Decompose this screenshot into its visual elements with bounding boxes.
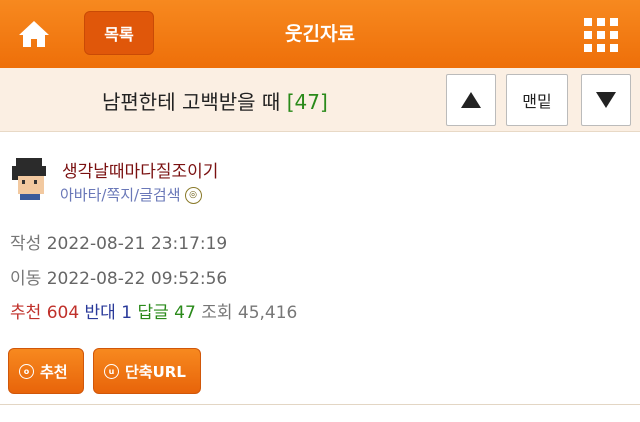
oppose-label: 반대: [84, 303, 116, 323]
moved-label: 이동: [10, 269, 42, 289]
views-label: 조회: [201, 303, 233, 323]
triangle-up-icon: [461, 92, 481, 108]
next-post-button[interactable]: [581, 74, 631, 126]
short-url-button[interactable]: u 단축URL: [93, 348, 201, 394]
recommend-button-label: 추천: [40, 362, 68, 381]
views-count: 45,416: [237, 303, 298, 323]
recommend-button[interactable]: o 추천: [8, 348, 84, 394]
triangle-down-icon: [596, 92, 616, 108]
author-links: 아바타/쪽지/글검색 ◎: [60, 184, 202, 205]
created-date: 2022-08-21 23:17:19: [46, 234, 228, 254]
top-bar: 목록 웃긴자료: [0, 0, 640, 68]
post-title-text: 남편한테 고백받을 때: [102, 90, 281, 114]
recommend-label: 추천: [10, 303, 42, 323]
reply-count: [47]: [286, 90, 328, 114]
divider: [0, 404, 640, 405]
member-badge-icon: ◎: [184, 187, 202, 204]
list-button[interactable]: 목록: [84, 11, 154, 55]
grid-menu-icon[interactable]: [584, 18, 618, 52]
prev-post-button[interactable]: [446, 74, 496, 126]
short-url-button-label: 단축URL: [125, 362, 186, 381]
post-title-bar: 남편한테 고백받을 때 [47] 맨밑: [0, 68, 640, 132]
circle-o-icon: o: [19, 363, 34, 379]
moved-row: 이동 2022-08-22 09:52:56: [10, 264, 227, 289]
post-title: 남편한테 고백받을 때 [47]: [102, 86, 328, 115]
recommend-count: 604: [46, 303, 80, 323]
avatar[interactable]: [8, 158, 50, 200]
author-nickname[interactable]: 생각날때마다질조이기: [62, 157, 218, 182]
post-stats: 추천 604 반대 1 답글 47 조회 45,416: [10, 298, 297, 323]
author-links-text[interactable]: 아바타/쪽지/글검색: [60, 186, 181, 204]
scroll-bottom-button[interactable]: 맨밑: [506, 74, 568, 126]
oppose-count: 1: [121, 303, 133, 323]
home-icon[interactable]: [18, 20, 50, 48]
created-label: 작성: [10, 234, 42, 254]
circle-u-icon: u: [104, 363, 119, 379]
board-title: 웃긴자료: [285, 23, 355, 45]
reply-label: 답글: [137, 303, 169, 323]
reply-stat-count: 47: [174, 303, 196, 323]
moved-date: 2022-08-22 09:52:56: [46, 269, 228, 289]
created-row: 작성 2022-08-21 23:17:19: [10, 229, 227, 254]
